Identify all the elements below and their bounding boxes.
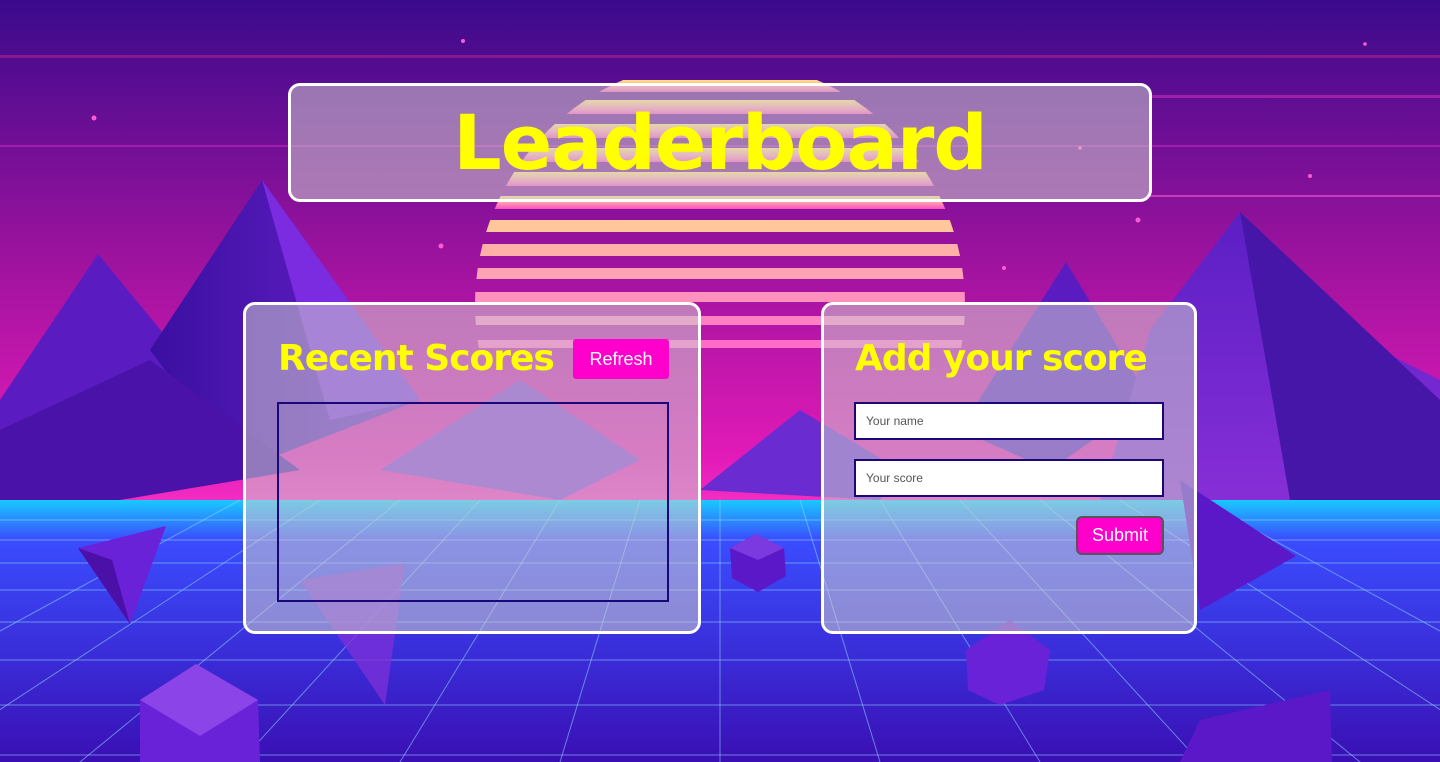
score-input[interactable]	[854, 459, 1164, 497]
submit-button[interactable]: Submit	[1076, 516, 1164, 555]
recent-scores-panel: Recent Scores Refresh	[243, 302, 701, 634]
recent-scores-heading: Recent Scores	[278, 338, 555, 379]
refresh-button[interactable]: Refresh	[573, 339, 669, 379]
score-list	[277, 402, 669, 602]
title-panel: Leaderboard	[288, 83, 1152, 202]
page-title: Leaderboard	[453, 97, 987, 187]
add-score-heading: Add your score	[855, 338, 1148, 379]
name-input[interactable]	[854, 402, 1164, 440]
add-score-panel: Add your score Submit	[821, 302, 1197, 634]
